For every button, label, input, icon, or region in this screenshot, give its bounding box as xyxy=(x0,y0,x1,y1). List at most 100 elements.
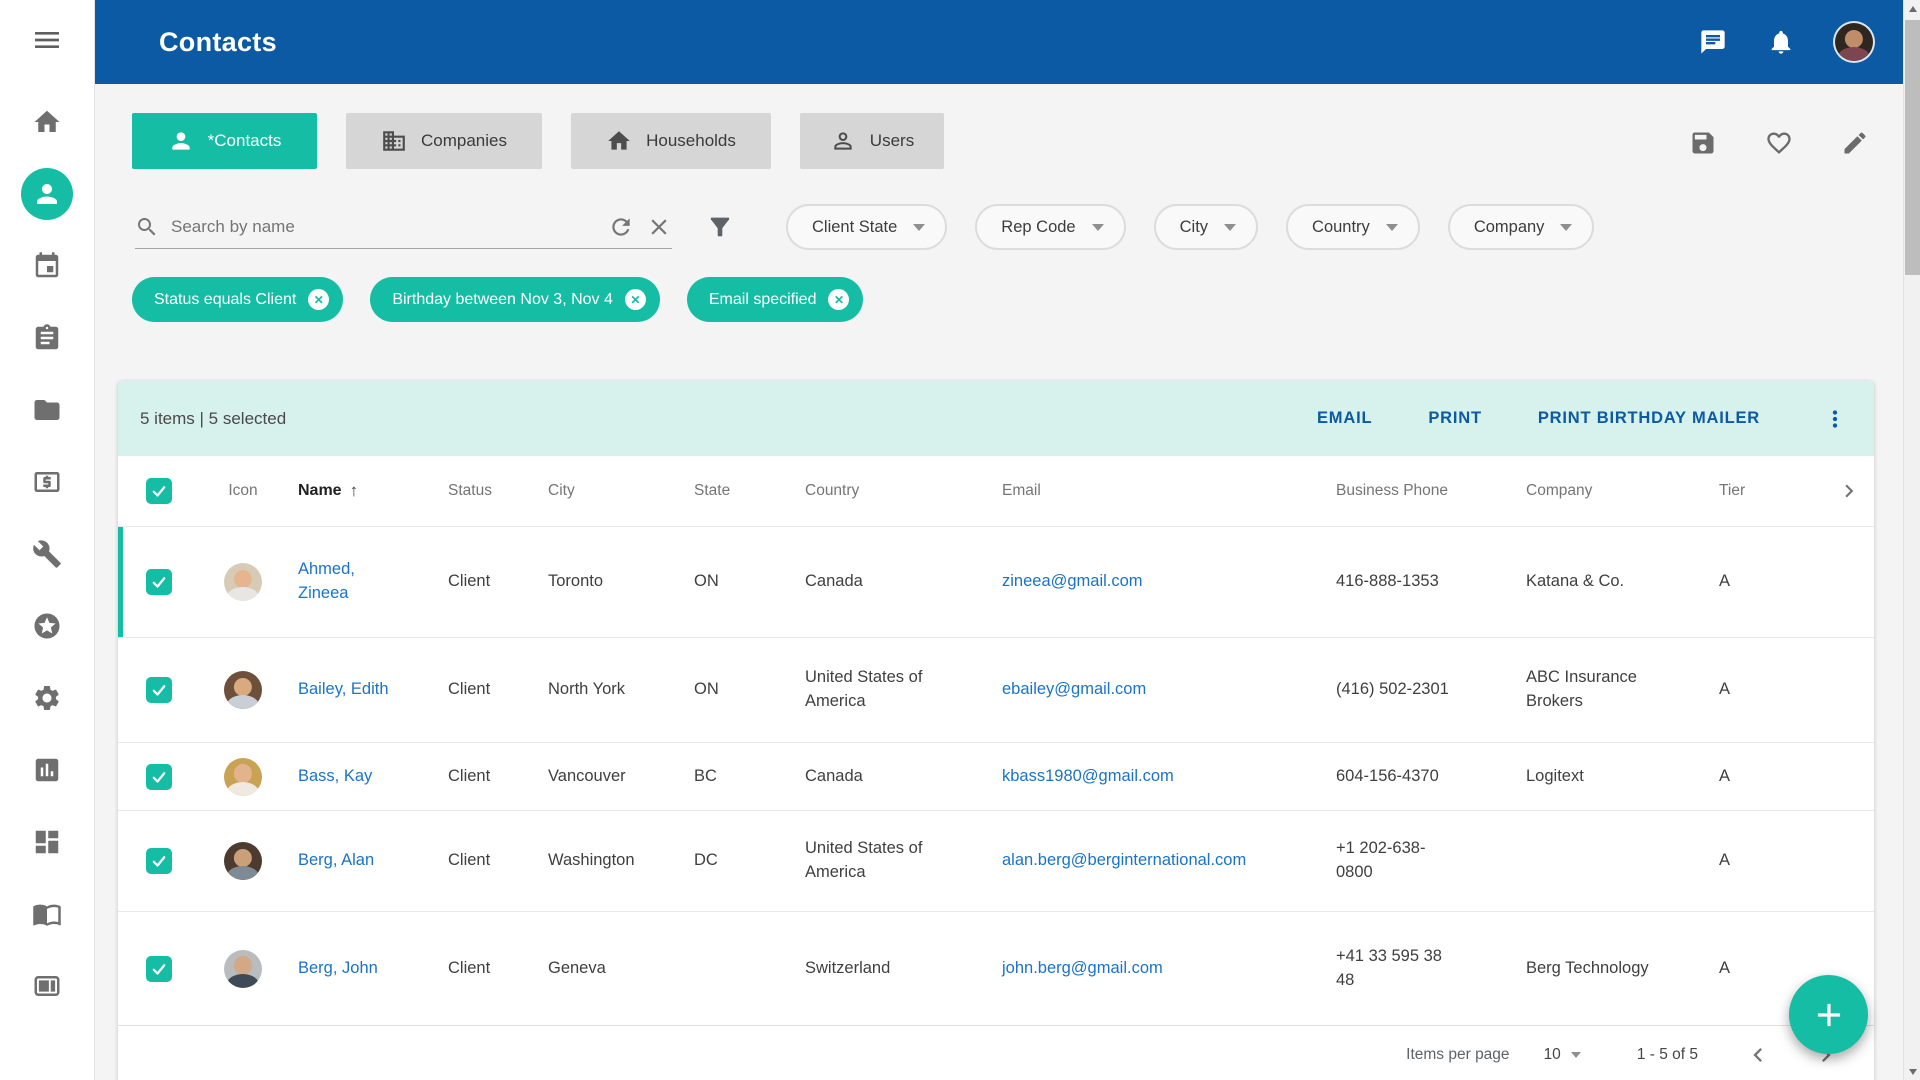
row-checkbox[interactable] xyxy=(146,569,172,595)
favorite-heart-icon[interactable] xyxy=(1765,129,1793,157)
contact-name-link[interactable]: Bailey, Edith xyxy=(298,680,389,698)
column-header-company[interactable]: Company xyxy=(1526,482,1719,500)
sidebar-item-reports[interactable] xyxy=(21,744,73,796)
page-title: Contacts xyxy=(159,26,277,57)
sidebar-item-layout[interactable] xyxy=(21,960,73,1012)
row-checkbox[interactable] xyxy=(146,848,172,874)
chat-icon[interactable] xyxy=(1699,28,1727,56)
cell-tier: A xyxy=(1719,680,1731,699)
contact-email-link[interactable]: alan.berg@berginternational.com xyxy=(1002,851,1246,869)
sidebar-item-documents[interactable] xyxy=(21,384,73,436)
row-checkbox[interactable] xyxy=(146,677,172,703)
previous-page-icon[interactable] xyxy=(1744,1041,1772,1069)
contact-name-link[interactable]: Bass, Kay xyxy=(298,767,372,785)
contact-avatar xyxy=(224,949,262,988)
remove-chip-icon[interactable] xyxy=(308,289,330,310)
chevron-down-icon xyxy=(913,223,926,231)
filter-dropdown-rep-code[interactable]: Rep Code xyxy=(975,204,1126,250)
filter-dropdown-client-state[interactable]: Client State xyxy=(786,204,948,250)
tab-companies[interactable]: Companies xyxy=(346,113,542,169)
remove-chip-icon[interactable] xyxy=(828,289,850,310)
notifications-bell-icon[interactable] xyxy=(1767,28,1795,56)
scrollbar-thumb[interactable] xyxy=(1905,20,1920,275)
table-row[interactable]: Berg, John Client Geneva Switzerland joh… xyxy=(118,912,1874,1026)
vertical-scrollbar[interactable] xyxy=(1903,0,1920,1080)
table-row[interactable]: Bailey, Edith Client North York ON Unite… xyxy=(118,638,1874,743)
print-button[interactable]: PRINT xyxy=(1428,409,1482,428)
cell-state: BC xyxy=(694,766,717,785)
add-contact-fab[interactable] xyxy=(1789,975,1868,1054)
print-birthday-mailer-button[interactable]: PRINT BIRTHDAY MAILER xyxy=(1538,409,1760,428)
column-header-state[interactable]: State xyxy=(694,482,805,500)
sidebar-item-contacts[interactable] xyxy=(20,168,73,220)
cell-status: Client xyxy=(448,851,491,870)
cell-company: Logitext xyxy=(1526,766,1584,785)
tab-households[interactable]: Households xyxy=(571,113,771,169)
person-outline-icon xyxy=(834,132,852,150)
sidebar-item-tools[interactable] xyxy=(21,528,73,580)
scroll-up-icon[interactable] xyxy=(1904,0,1920,17)
save-icon[interactable] xyxy=(1689,129,1717,157)
items-per-page-select[interactable]: 10 xyxy=(1544,1046,1581,1064)
contact-email-link[interactable]: ebailey@gmail.com xyxy=(1002,680,1146,698)
sort-ascending-icon: ↑ xyxy=(349,481,359,500)
column-header-status[interactable]: Status xyxy=(448,482,548,500)
column-header-email[interactable]: Email xyxy=(1002,482,1336,500)
sidebar-item-calendar[interactable] xyxy=(21,240,73,292)
selection-summary: 5 items | 5 selected xyxy=(140,408,287,428)
sidebar-item-directory[interactable] xyxy=(21,888,73,940)
contact-email-link[interactable]: john.berg@gmail.com xyxy=(1002,959,1163,977)
cell-company: ABC Insurance Brokers xyxy=(1526,668,1637,710)
table-row[interactable]: Ahmed, Zineea Client Toronto ON Canada z… xyxy=(118,527,1874,638)
scroll-down-icon[interactable] xyxy=(1904,1063,1920,1080)
contact-name-link[interactable]: Berg, Alan xyxy=(298,851,374,869)
more-options-icon[interactable] xyxy=(1822,406,1848,432)
column-header-city[interactable]: City xyxy=(548,482,694,500)
table-row[interactable]: Bass, Kay Client Vancouver BC Canada kba… xyxy=(118,743,1874,811)
sidebar-item-settings[interactable] xyxy=(21,672,73,724)
contacts-icon xyxy=(36,184,57,204)
filter-dropdown-company[interactable]: Company xyxy=(1447,204,1595,250)
row-checkbox[interactable] xyxy=(146,763,172,790)
remove-chip-icon[interactable] xyxy=(624,289,646,310)
cell-country: Switzerland xyxy=(805,958,891,977)
select-all-checkbox[interactable] xyxy=(146,478,172,504)
building-icon xyxy=(383,131,405,151)
menu-icon[interactable] xyxy=(29,22,65,58)
refresh-icon[interactable] xyxy=(608,214,634,240)
column-header-name[interactable]: Name ↑ xyxy=(298,481,448,501)
chip-label: Birthday between Nov 3, Nov 4 xyxy=(392,290,613,308)
column-header-country[interactable]: Country xyxy=(805,482,1002,500)
chip-label: Email specified xyxy=(708,290,817,308)
column-header-business-phone[interactable]: Business Phone xyxy=(1336,482,1526,500)
user-avatar[interactable] xyxy=(1835,23,1873,61)
sidebar-item-home[interactable] xyxy=(21,96,73,148)
contact-email-link[interactable]: zineea@gmail.com xyxy=(1002,572,1143,590)
table-row[interactable]: Berg, Alan Client Washington DC United S… xyxy=(118,811,1874,912)
sidebar-nav xyxy=(0,96,93,1012)
edit-pencil-icon[interactable] xyxy=(1841,129,1869,157)
column-header-tier[interactable]: Tier xyxy=(1719,482,1824,500)
tab-contacts[interactable]: *Contacts xyxy=(132,113,317,169)
contact-name-link[interactable]: Berg, John xyxy=(298,959,378,977)
email-button[interactable]: EMAIL xyxy=(1317,409,1372,428)
row-checkbox[interactable] xyxy=(146,955,172,982)
search-filter-row: Client State Rep Code City Country Compa… xyxy=(135,204,1595,250)
more-columns-chevron-icon[interactable] xyxy=(1836,478,1862,504)
cell-tier: A xyxy=(1719,766,1731,785)
sidebar-item-billing[interactable] xyxy=(21,456,73,508)
filter-dropdown-city[interactable]: City xyxy=(1153,204,1259,250)
sidebar-item-favorites[interactable] xyxy=(21,600,73,652)
sidebar-item-dashboard[interactable] xyxy=(21,816,73,868)
filter-funnel-icon[interactable] xyxy=(706,213,734,241)
sidebar-item-tasks[interactable] xyxy=(21,312,73,364)
wrench-icon xyxy=(32,540,61,568)
contact-name-link[interactable]: Ahmed, Zineea xyxy=(298,560,355,602)
contact-email-link[interactable]: kbass1980@gmail.com xyxy=(1002,767,1174,785)
app-header: Contacts xyxy=(95,0,1903,84)
filter-dropdown-country[interactable]: Country xyxy=(1286,204,1420,250)
search-input[interactable] xyxy=(171,216,596,237)
clear-search-icon[interactable] xyxy=(646,214,672,240)
tab-users[interactable]: Users xyxy=(800,113,944,169)
cell-city: Toronto xyxy=(548,572,604,591)
